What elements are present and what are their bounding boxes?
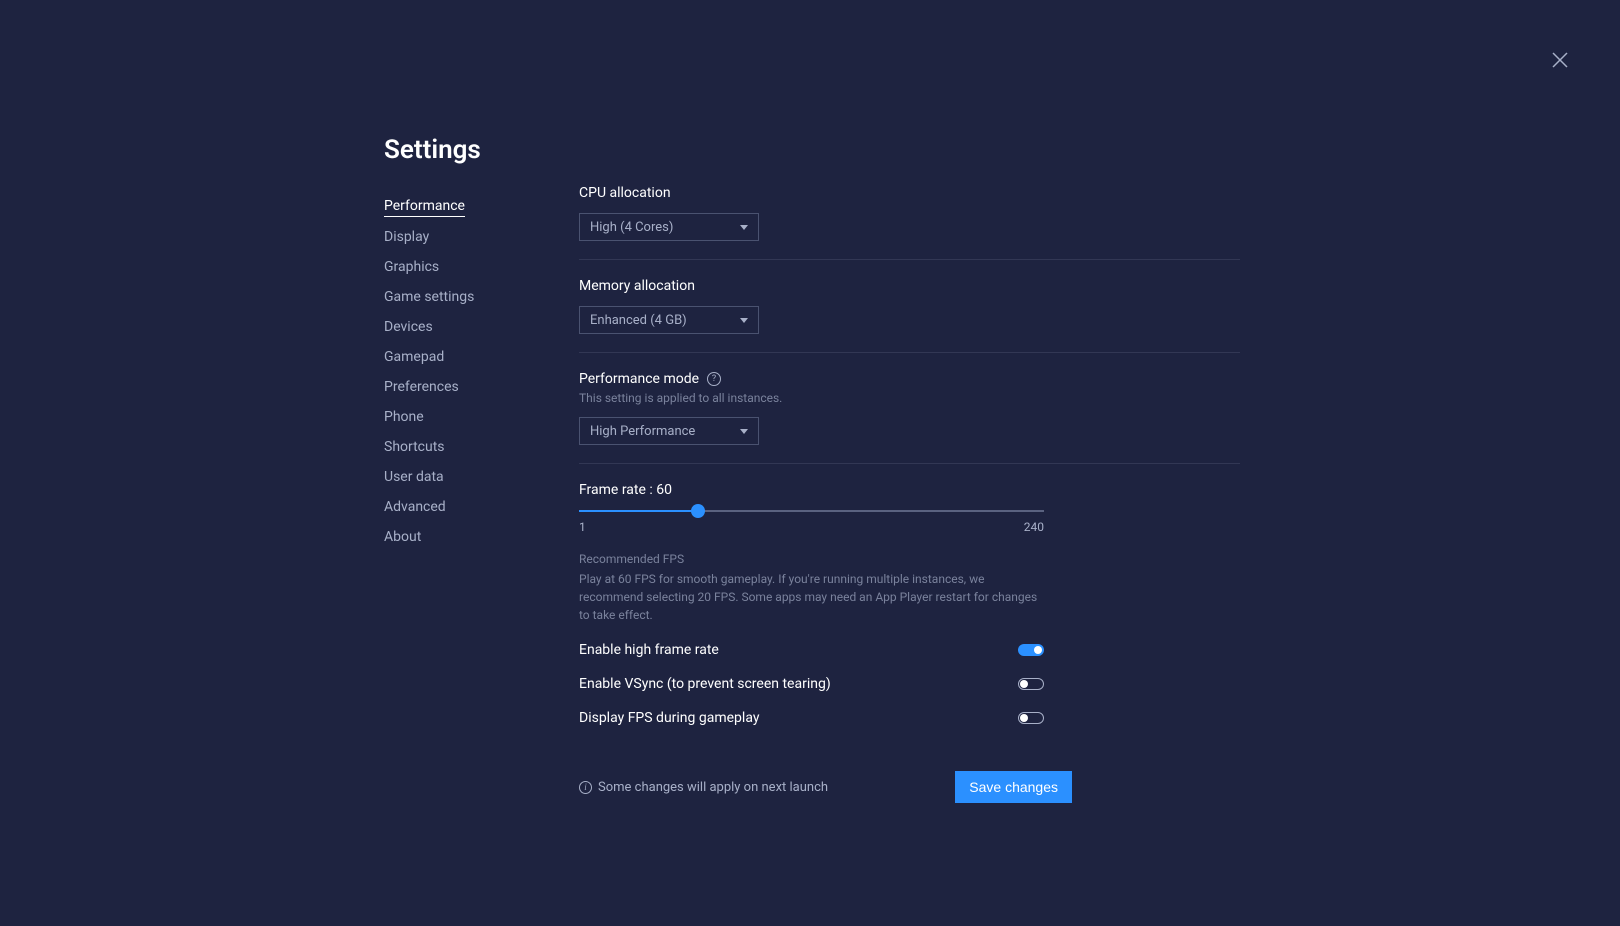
- memory-allocation-value: Enhanced (4 GB): [590, 313, 687, 328]
- sidebar-item-devices[interactable]: Devices: [384, 312, 579, 342]
- chevron-down-icon: [740, 225, 748, 230]
- high-frame-rate-toggle[interactable]: [1018, 644, 1044, 656]
- cpu-allocation-section: CPU allocation High (4 Cores): [579, 185, 1240, 260]
- performance-mode-label: Performance mode ?: [579, 371, 1240, 387]
- footer-note: i Some changes will apply on next launch: [579, 780, 828, 795]
- sidebar-item-graphics[interactable]: Graphics: [384, 252, 579, 282]
- save-changes-button[interactable]: Save changes: [955, 771, 1072, 803]
- info-icon: i: [579, 781, 592, 794]
- sidebar-item-game-settings[interactable]: Game settings: [384, 282, 579, 312]
- performance-mode-sublabel: This setting is applied to all instances…: [579, 391, 1240, 405]
- slider-thumb[interactable]: [691, 504, 705, 518]
- cpu-allocation-dropdown[interactable]: High (4 Cores): [579, 213, 759, 241]
- slider-range-labels: 1 240: [579, 520, 1044, 534]
- sidebar-item-performance[interactable]: Performance: [384, 191, 465, 217]
- display-fps-toggle[interactable]: [1018, 712, 1044, 724]
- slider-min: 1: [579, 520, 586, 534]
- sidebar-item-preferences[interactable]: Preferences: [384, 372, 579, 402]
- slider-fill: [579, 510, 698, 512]
- chevron-down-icon: [740, 318, 748, 323]
- footer-row: i Some changes will apply on next launch…: [579, 771, 1072, 803]
- sidebar-item-gamepad[interactable]: Gamepad: [384, 342, 579, 372]
- cpu-allocation-label: CPU allocation: [579, 185, 1240, 201]
- performance-mode-section: Performance mode ? This setting is appli…: [579, 371, 1240, 464]
- sidebar-item-about[interactable]: About: [384, 522, 579, 552]
- help-icon[interactable]: ?: [707, 372, 721, 386]
- sidebar-item-advanced[interactable]: Advanced: [384, 492, 579, 522]
- close-icon: [1550, 50, 1570, 70]
- display-fps-label: Display FPS during gameplay: [579, 710, 759, 726]
- toggle-knob: [1020, 680, 1028, 688]
- vsync-toggle[interactable]: [1018, 678, 1044, 690]
- page-title: Settings: [384, 135, 481, 165]
- slider-track: [579, 510, 1044, 512]
- sidebar-item-shortcuts[interactable]: Shortcuts: [384, 432, 579, 462]
- sidebar-item-phone[interactable]: Phone: [384, 402, 579, 432]
- toggle-row-display-fps: Display FPS during gameplay: [579, 710, 1044, 726]
- recommended-fps-text: Play at 60 FPS for smooth gameplay. If y…: [579, 570, 1044, 624]
- cpu-allocation-value: High (4 Cores): [590, 220, 673, 235]
- frame-rate-section: Frame rate : 60 1 240 Recommended FPS Pl…: [579, 482, 1240, 803]
- toggle-knob: [1020, 714, 1028, 722]
- frame-rate-slider[interactable]: 1 240: [579, 510, 1044, 534]
- chevron-down-icon: [740, 429, 748, 434]
- performance-mode-value: High Performance: [590, 424, 695, 439]
- toggle-row-high-frame-rate: Enable high frame rate: [579, 642, 1044, 658]
- memory-allocation-section: Memory allocation Enhanced (4 GB): [579, 278, 1240, 353]
- close-button[interactable]: [1550, 50, 1570, 70]
- memory-allocation-dropdown[interactable]: Enhanced (4 GB): [579, 306, 759, 334]
- settings-content: CPU allocation High (4 Cores) Memory all…: [579, 135, 1620, 803]
- high-frame-rate-label: Enable high frame rate: [579, 642, 719, 658]
- vsync-label: Enable VSync (to prevent screen tearing): [579, 676, 831, 692]
- performance-mode-dropdown[interactable]: High Performance: [579, 417, 759, 445]
- sidebar-item-user-data[interactable]: User data: [384, 462, 579, 492]
- sidebar-item-display[interactable]: Display: [384, 222, 579, 252]
- toggle-knob: [1034, 646, 1042, 654]
- slider-max: 240: [1024, 520, 1044, 534]
- toggle-row-vsync: Enable VSync (to prevent screen tearing): [579, 676, 1044, 692]
- recommended-fps-title: Recommended FPS: [579, 552, 1240, 566]
- settings-sidebar: Performance Display Graphics Game settin…: [384, 135, 579, 803]
- frame-rate-label: Frame rate : 60: [579, 482, 1240, 498]
- memory-allocation-label: Memory allocation: [579, 278, 1240, 294]
